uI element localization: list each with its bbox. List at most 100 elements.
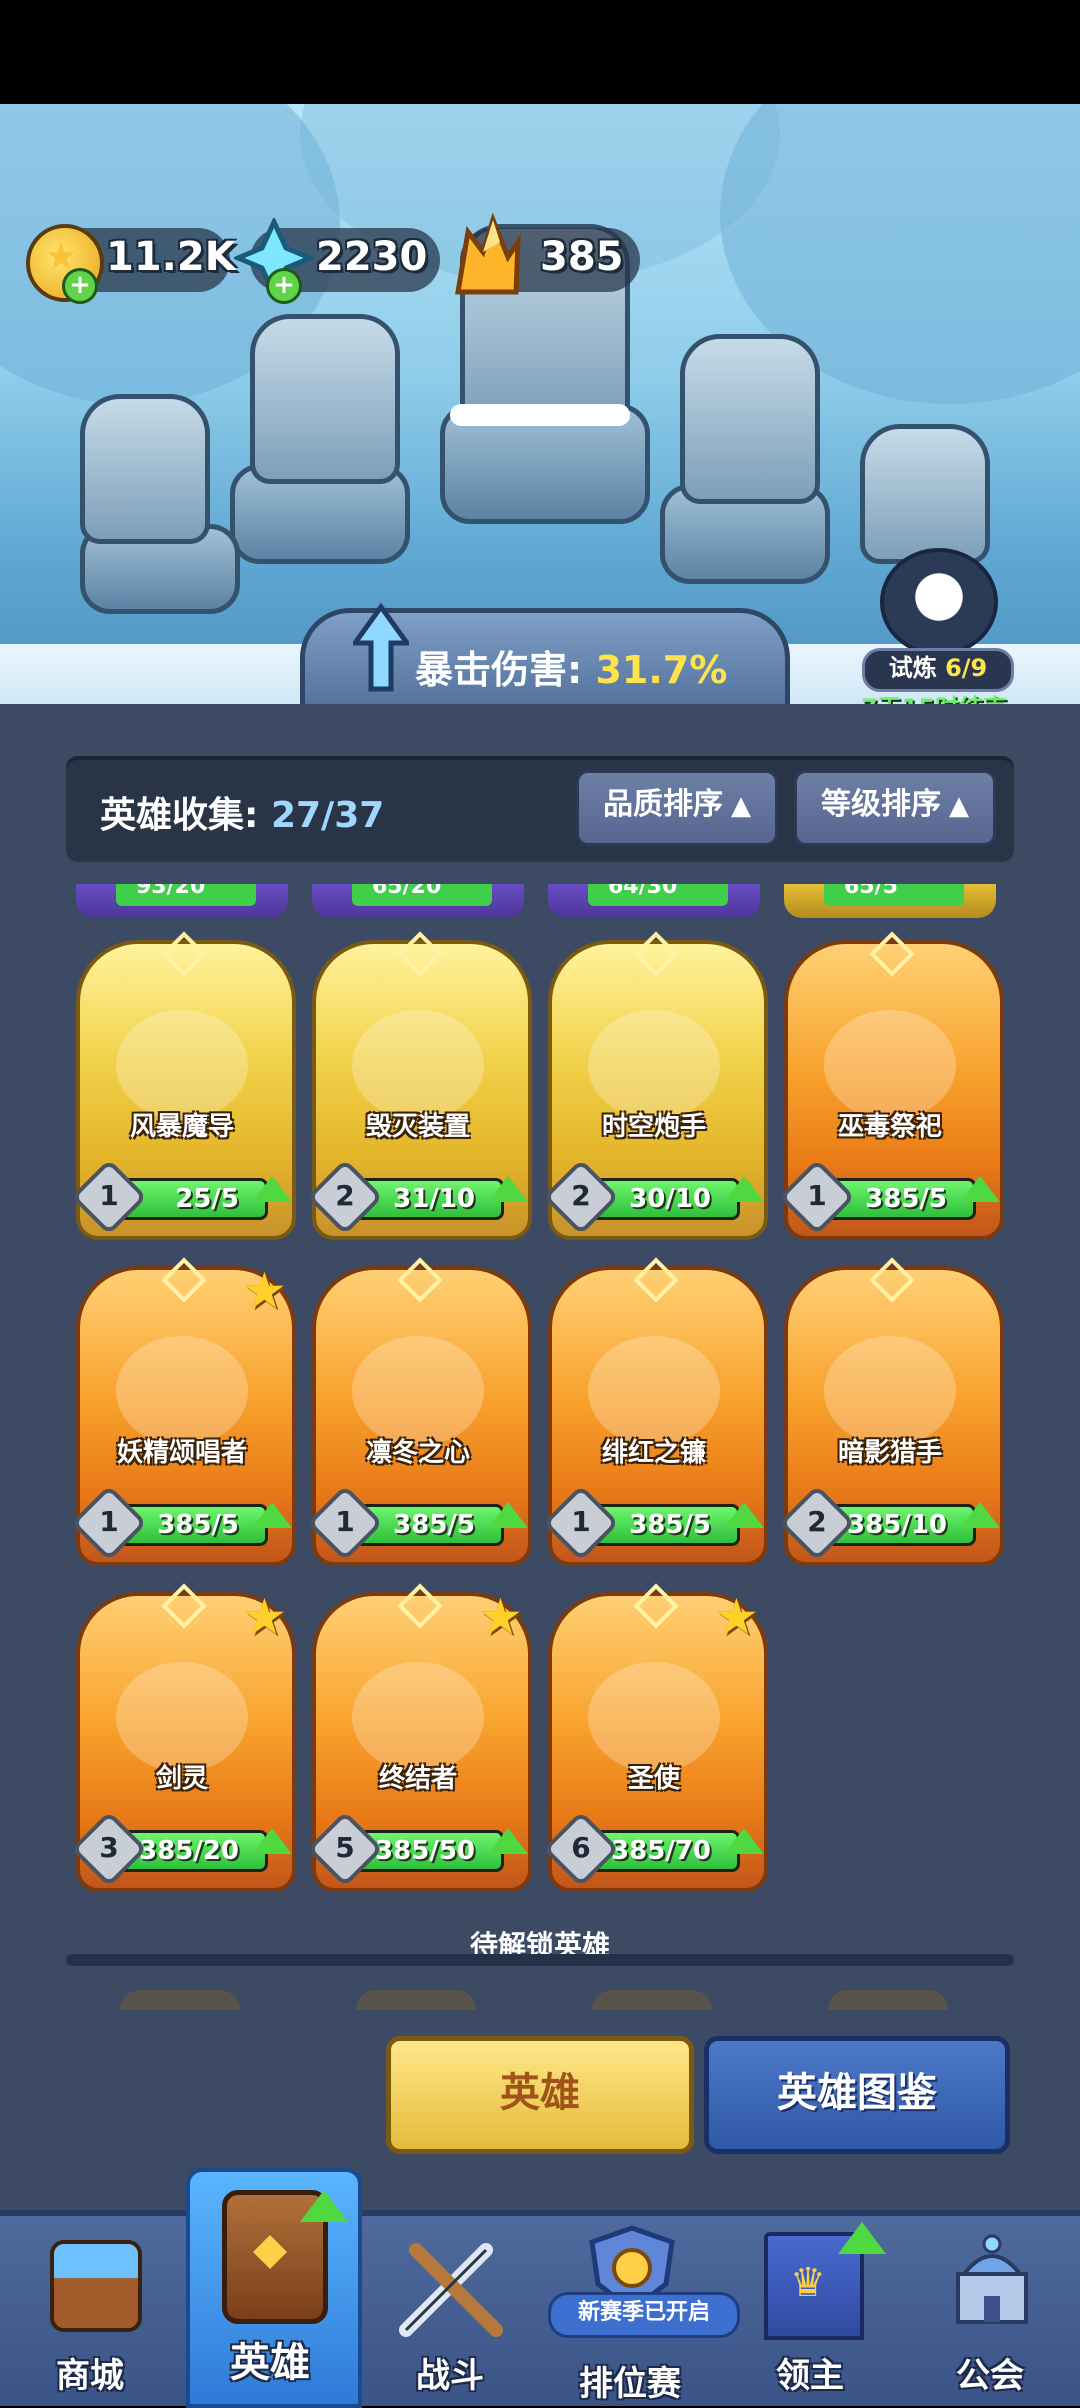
hero-card-partial[interactable]: 65/20 bbox=[312, 884, 524, 918]
section-divider bbox=[66, 1954, 1014, 1966]
hero-name: 妖精颂唱者 bbox=[116, 1438, 247, 1468]
hero-level: 6 bbox=[571, 1831, 591, 1864]
mage-statue bbox=[680, 334, 820, 504]
griffin-statue bbox=[250, 314, 400, 484]
nav-shop-label: 商城 bbox=[56, 2356, 124, 2396]
hero-card[interactable]: 绯红之镰 385/5 1 bbox=[542, 1257, 768, 1568]
hero-card[interactable]: 剑灵 385/20 3 ★ bbox=[70, 1583, 296, 1894]
sort-by-level-button[interactable]: 等级排序 ▲ bbox=[794, 770, 996, 846]
hero-level: 2 bbox=[571, 1179, 591, 1212]
hero-tab-button[interactable]: 英雄 bbox=[386, 2036, 694, 2154]
hero-name: 暗影猎手 bbox=[837, 1438, 942, 1468]
hero-card[interactable]: 风暴魔导 25/5 1 bbox=[70, 931, 296, 1242]
star-icon: ★ bbox=[478, 1588, 523, 1646]
hero-level: 1 bbox=[807, 1179, 827, 1212]
hero-card[interactable]: 毁灭装置 31/10 2 bbox=[306, 931, 532, 1242]
crit-damage-label: 暴击伤害: bbox=[415, 648, 583, 692]
hero-portrait bbox=[588, 1010, 720, 1120]
locked-hero-card[interactable] bbox=[356, 1990, 476, 2010]
gold-value: 11.2K bbox=[106, 234, 236, 280]
hero-card-partial[interactable]: 65/5 bbox=[784, 884, 996, 918]
hero-name: 绯红之镰 bbox=[601, 1438, 706, 1468]
upgrade-arrow-icon bbox=[300, 2190, 348, 2222]
hero-name: 凛冬之心 bbox=[365, 1438, 470, 1468]
upgrade-arrow-icon bbox=[724, 1828, 764, 1854]
collection-count: 27/37 bbox=[270, 795, 385, 836]
locked-hero-card[interactable] bbox=[120, 1990, 240, 2010]
new-season-badge: 新赛季已开启 bbox=[548, 2292, 740, 2338]
add-gold-icon[interactable]: + bbox=[62, 268, 98, 304]
hero-card[interactable]: 暗影猎手 385/10 2 bbox=[778, 1257, 1004, 1568]
hero-name: 毁灭装置 bbox=[365, 1112, 470, 1142]
hero-name: 风暴魔导 bbox=[129, 1112, 234, 1142]
nav-shop[interactable]: 商城 bbox=[0, 2210, 180, 2400]
hero-portrait bbox=[588, 1336, 720, 1446]
hero-name: 圣使 bbox=[627, 1764, 680, 1794]
crown-icon: ♛ bbox=[790, 2260, 826, 2306]
upgrade-arrow-icon bbox=[488, 1502, 528, 1528]
hero-count-partial: 65/5 bbox=[844, 884, 898, 899]
sort-by-quality-button[interactable]: 品质排序 ▲ bbox=[576, 770, 778, 846]
hero-card-partial[interactable]: 93/20 bbox=[76, 884, 288, 918]
amber-crystal-icon bbox=[455, 212, 521, 295]
nav-guild[interactable]: 公会 bbox=[900, 2210, 1080, 2400]
triangle-up-icon: ▲ bbox=[949, 791, 969, 821]
hero-portrait bbox=[352, 1010, 484, 1120]
hero-level: 1 bbox=[335, 1505, 355, 1538]
hero-count-partial: 64/30 bbox=[608, 884, 678, 899]
triangle-up-icon: ▲ bbox=[731, 791, 751, 821]
nav-guild-label: 公会 bbox=[956, 2356, 1024, 2396]
hero-level: 3 bbox=[99, 1831, 119, 1864]
warrior-statue bbox=[80, 394, 210, 544]
hero-level: 1 bbox=[99, 1179, 119, 1212]
crystal-value: 2230 bbox=[316, 234, 428, 280]
hero-count-partial: 65/20 bbox=[372, 884, 442, 899]
hero-card[interactable]: 巫毒祭祀 385/5 1 bbox=[778, 931, 1004, 1242]
hero-card[interactable]: 终结者 385/50 5 ★ bbox=[306, 1583, 532, 1894]
hero-card[interactable]: 圣使 385/70 6 ★ bbox=[542, 1583, 768, 1894]
crit-damage-text: 暴击伤害: 31.7% bbox=[415, 639, 727, 694]
hero-card[interactable]: 时空炮手 30/10 2 bbox=[542, 931, 768, 1242]
hero-name: 剑灵 bbox=[155, 1764, 208, 1794]
upgrade-arrow-icon bbox=[960, 1502, 1000, 1528]
hero-portrait bbox=[352, 1336, 484, 1446]
hero-portrait bbox=[116, 1336, 248, 1446]
nav-battle-label: 战斗 bbox=[416, 2356, 484, 2396]
upgrade-arrow-icon bbox=[252, 1176, 292, 1202]
hero-name: 终结者 bbox=[378, 1764, 457, 1794]
hero-card-partial[interactable]: 64/30 bbox=[548, 884, 760, 918]
hero-level: 5 bbox=[335, 1831, 355, 1864]
hero-card[interactable]: 凛冬之心 385/5 1 bbox=[306, 1257, 532, 1568]
hero-portrait bbox=[352, 1662, 484, 1772]
hero-card[interactable]: 妖精颂唱者 385/5 1 ★ bbox=[70, 1257, 296, 1568]
star-icon: ★ bbox=[242, 1262, 287, 1320]
upgrade-arrow-icon bbox=[252, 1828, 292, 1854]
star-icon: ★ bbox=[242, 1588, 287, 1646]
hero-level: 1 bbox=[99, 1505, 119, 1538]
robot-statue bbox=[860, 424, 990, 564]
upgrade-arrow-icon bbox=[838, 2222, 886, 2254]
upgrade-arrow-icon bbox=[724, 1502, 764, 1528]
hero-level: 2 bbox=[335, 1179, 355, 1212]
nav-hero[interactable]: 英雄 bbox=[180, 2190, 360, 2400]
penguin-avatar bbox=[880, 548, 998, 656]
hero-portrait bbox=[824, 1336, 956, 1446]
sort-quality-label: 品质排序 bbox=[603, 787, 723, 822]
trial-label: 试炼 bbox=[888, 654, 937, 682]
collection-label: 英雄收集: bbox=[100, 795, 259, 836]
upgrade-arrow-icon bbox=[960, 1176, 1000, 1202]
upgrade-arrow-icon bbox=[252, 1502, 292, 1528]
hero-portrait bbox=[116, 1662, 248, 1772]
nav-battle[interactable]: 战斗 bbox=[360, 2210, 540, 2400]
treasure-chest-icon bbox=[50, 2240, 142, 2332]
add-crystal-icon[interactable]: + bbox=[266, 268, 302, 304]
hero-portrait bbox=[588, 1662, 720, 1772]
nav-lord-label: 领主 bbox=[776, 2356, 844, 2396]
hero-name: 巫毒祭祀 bbox=[837, 1112, 942, 1142]
hero-codex-button[interactable]: 英雄图鉴 bbox=[704, 2036, 1010, 2154]
locked-hero-card[interactable] bbox=[828, 1990, 948, 2010]
locked-hero-card[interactable] bbox=[592, 1990, 712, 2010]
trial-widget[interactable]: 试炼 6/9 7天15时结束 bbox=[850, 548, 1020, 722]
nav-ranked-label: 排位赛 bbox=[579, 2364, 681, 2404]
hero-portrait bbox=[116, 1010, 248, 1120]
